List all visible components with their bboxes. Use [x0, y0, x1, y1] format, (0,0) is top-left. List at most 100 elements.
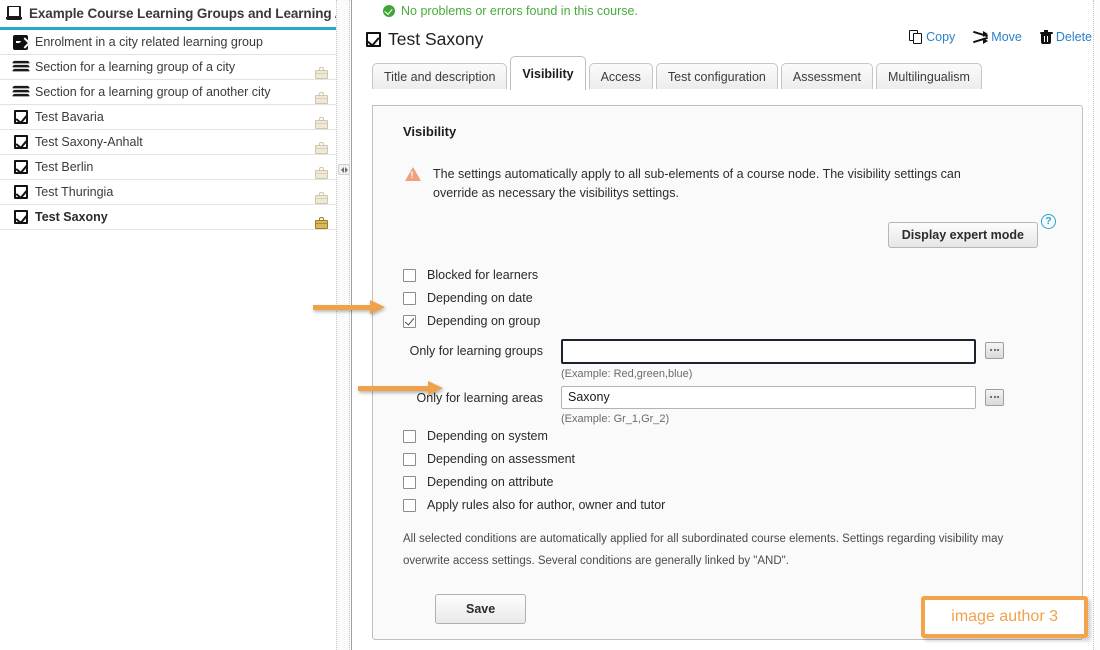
tree-node-row[interactable]: Test Bavaria — [0, 105, 336, 130]
book-icon — [6, 6, 22, 21]
course-status-bar: No problems or errors found in this cour… — [352, 0, 1100, 22]
move-button[interactable]: Move — [973, 30, 1022, 44]
tree-node-label: Section for a learning group of another … — [35, 85, 309, 99]
condition-checkbox[interactable] — [403, 269, 416, 282]
condition-label: Depending on assessment — [427, 452, 575, 466]
tree-node-row[interactable]: Test Saxony-Anhalt — [0, 130, 336, 155]
node-type-icon — [12, 110, 29, 124]
move-icon — [973, 30, 988, 44]
condition-checkbox[interactable] — [403, 315, 416, 328]
chevron-right-icon — [345, 167, 348, 173]
tree-node-label: Test Berlin — [35, 160, 309, 174]
checkbox-icon — [14, 210, 28, 224]
form-field-row: Only for learning areas(Example: Gr_1,Gr… — [403, 386, 1060, 425]
condition-row[interactable]: Depending on system — [403, 425, 1060, 448]
tree-node-row[interactable]: Section for a learning group of another … — [0, 80, 336, 105]
condition-label: Depending on system — [427, 429, 548, 443]
tree-node-row[interactable]: Enrolment in a city related learning gro… — [0, 30, 336, 55]
tree-node-row[interactable]: Test Saxony — [0, 205, 336, 230]
tab-access[interactable]: Access — [589, 63, 653, 89]
tree-node-label: Test Thuringia — [35, 185, 309, 199]
splitter-handle[interactable] — [338, 164, 350, 175]
group-fields: Only for learning groups(Example: Red,gr… — [403, 339, 1060, 425]
copy-icon — [909, 30, 923, 44]
condition-row[interactable]: Depending on date — [403, 287, 1060, 310]
checkbox-icon — [14, 160, 28, 174]
tab-visibility[interactable]: Visibility — [510, 56, 585, 90]
display-expert-mode-button[interactable]: Display expert mode — [888, 222, 1038, 248]
condition-label: Apply rules also for author, owner and t… — [427, 498, 665, 512]
layers-icon — [13, 85, 29, 99]
arrow-depending-on-group — [313, 302, 385, 312]
condition-checkbox[interactable] — [403, 476, 416, 489]
status-message: No problems or errors found in this cour… — [401, 4, 638, 18]
tree-node-row[interactable]: Section for a learning group of a city — [0, 55, 336, 80]
copy-button[interactable]: Copy — [909, 30, 955, 44]
condition-checkbox[interactable] — [403, 453, 416, 466]
watermark: image author 3 — [921, 596, 1088, 638]
tree-node-label: Test Saxony-Anhalt — [35, 135, 309, 149]
visibility-conditions-top: Blocked for learners Depending on date Dep… — [403, 264, 1060, 333]
field-label: Only for learning groups — [403, 339, 561, 359]
ellipsis-icon[interactable] — [985, 389, 1004, 406]
app-root: Example Course Learning Groups and Learn… — [0, 0, 1100, 650]
tab-title-and-description[interactable]: Title and description — [372, 63, 507, 89]
visibility-conditions-bottom: Depending on system Depending on assessme… — [403, 425, 1060, 517]
arrow-learning-areas — [358, 383, 443, 393]
form-field-row: Only for learning groups(Example: Red,gr… — [403, 339, 1060, 380]
node-type-icon — [12, 160, 29, 174]
tree-node-row[interactable]: Test Thuringia — [0, 180, 336, 205]
page-title: Test Saxony — [388, 29, 483, 50]
sidebar-splitter[interactable] — [336, 0, 350, 650]
check-circle-icon — [383, 5, 395, 17]
node-type-icon — [12, 210, 29, 224]
page-right-edge — [1093, 0, 1100, 650]
checkbox-icon — [14, 135, 28, 149]
course-tree-node-list: Enrolment in a city related learning gro… — [0, 30, 336, 230]
condition-row[interactable]: Blocked for learners — [403, 264, 1060, 287]
node-type-icon — [12, 85, 29, 99]
tab-test-configuration[interactable]: Test configuration — [656, 63, 778, 89]
visibility-panel: Visibility The settings automatically ap… — [372, 105, 1083, 640]
condition-label: Depending on attribute — [427, 475, 553, 489]
panel-heading: Visibility — [403, 124, 1060, 139]
chevron-left-icon — [341, 167, 344, 173]
course-title: Example Course Learning Groups and Learn… — [29, 6, 336, 21]
settings-tabs: Title and descriptionVisibilityAccessTes… — [352, 59, 1100, 89]
enrolment-icon — [13, 35, 28, 50]
condition-checkbox[interactable] — [403, 430, 416, 443]
tree-node-row[interactable]: Test Berlin — [0, 155, 336, 180]
help-circle-icon[interactable]: ? — [1041, 214, 1056, 229]
condition-label: Blocked for learners — [427, 268, 538, 282]
expert-mode-row: Display expert mode ? — [403, 222, 1060, 248]
delete-button[interactable]: Delete — [1040, 30, 1092, 44]
field-hint: (Example: Red,green,blue) — [561, 368, 1060, 380]
learning-areas-input[interactable] — [561, 386, 976, 409]
save-button[interactable]: Save — [435, 594, 526, 624]
course-tree-sidebar: Example Course Learning Groups and Learn… — [0, 0, 336, 650]
learning-groups-input[interactable] — [561, 339, 976, 364]
tree-node-label: Test Bavaria — [35, 110, 309, 124]
panel-footnote: All selected conditions are automaticall… — [403, 529, 1060, 573]
node-type-icon — [12, 185, 29, 199]
condition-row[interactable]: Depending on group — [403, 310, 1060, 333]
condition-row[interactable]: Depending on attribute — [403, 471, 1060, 494]
warning-triangle-icon — [405, 167, 421, 181]
tree-node-label: Enrolment in a city related learning gro… — [35, 35, 309, 49]
layers-icon — [13, 60, 29, 74]
tree-node-label: Test Saxony — [35, 210, 309, 224]
checkbox-icon — [14, 110, 28, 124]
tab-multilingualism[interactable]: Multilingualism — [876, 63, 982, 89]
course-tree-header[interactable]: Example Course Learning Groups and Learn… — [0, 0, 336, 30]
tab-assessment[interactable]: Assessment — [781, 63, 873, 89]
condition-row[interactable]: Apply rules also for author, owner and t… — [403, 494, 1060, 517]
node-enabled-checkbox-icon — [366, 32, 381, 47]
condition-checkbox[interactable] — [403, 499, 416, 512]
condition-checkbox[interactable] — [403, 292, 416, 305]
checkbox-icon — [14, 185, 28, 199]
condition-label: Depending on date — [427, 291, 533, 305]
node-type-icon — [12, 35, 29, 50]
trash-icon — [1040, 30, 1053, 44]
ellipsis-icon[interactable] — [985, 342, 1004, 359]
condition-row[interactable]: Depending on assessment — [403, 448, 1060, 471]
